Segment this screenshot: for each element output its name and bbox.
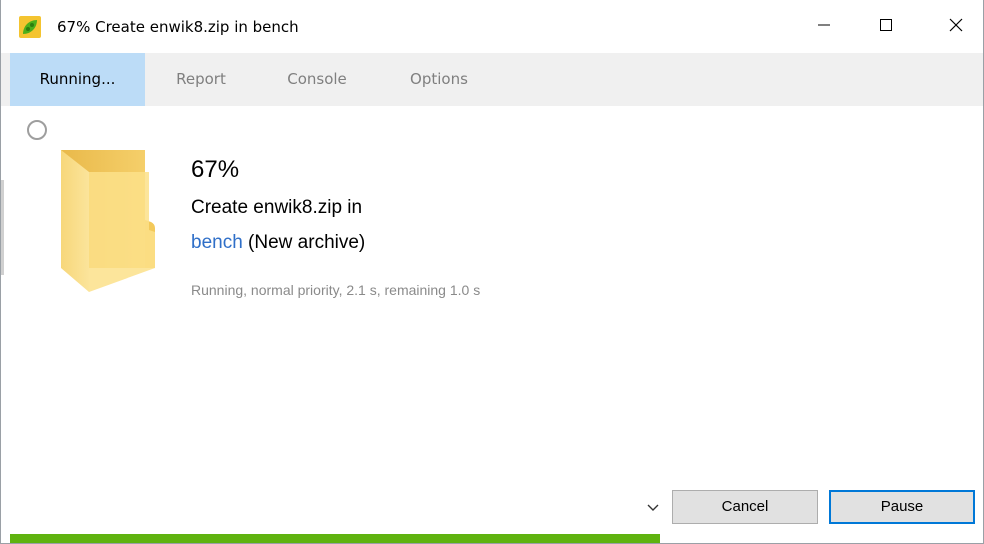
title-bar: 67% Create enwik8.zip in bench: [1, 0, 983, 53]
app-window: 67% Create enwik8.zip in bench Running..…: [0, 0, 984, 544]
tab-console[interactable]: Console: [263, 53, 371, 106]
progress-bar: [10, 534, 980, 543]
cancel-button[interactable]: Cancel: [672, 490, 818, 524]
window-title: 67% Create enwik8.zip in bench: [57, 18, 299, 36]
tab-bar: Running... Report Console Options: [1, 53, 983, 106]
edge-divider: [1, 180, 4, 275]
chevron-down-icon[interactable]: [643, 498, 663, 518]
destination-note: (New archive): [242, 232, 366, 253]
destination-row: bench (New archive): [191, 232, 365, 254]
destination-link[interactable]: bench: [191, 232, 243, 253]
tab-running[interactable]: Running...: [10, 53, 145, 106]
maximize-icon: [879, 17, 893, 36]
status-text: Running, normal priority, 2.1 s, remaini…: [191, 282, 481, 298]
progress-percent: 67%: [191, 156, 240, 183]
spinner-icon: [27, 120, 47, 140]
tab-report[interactable]: Report: [151, 53, 251, 106]
folder-icon: [59, 150, 155, 292]
pause-button[interactable]: Pause: [829, 490, 975, 524]
peazip-icon: [19, 16, 41, 38]
close-icon: [949, 17, 963, 36]
maximize-button[interactable]: [863, 0, 909, 53]
minimize-icon: [817, 17, 831, 36]
progress-bar-fill: [10, 534, 660, 543]
close-button[interactable]: [933, 0, 979, 53]
minimize-button[interactable]: [801, 0, 847, 53]
operation-label: Create enwik8.zip in: [191, 197, 363, 218]
tab-options[interactable]: Options: [387, 53, 491, 106]
